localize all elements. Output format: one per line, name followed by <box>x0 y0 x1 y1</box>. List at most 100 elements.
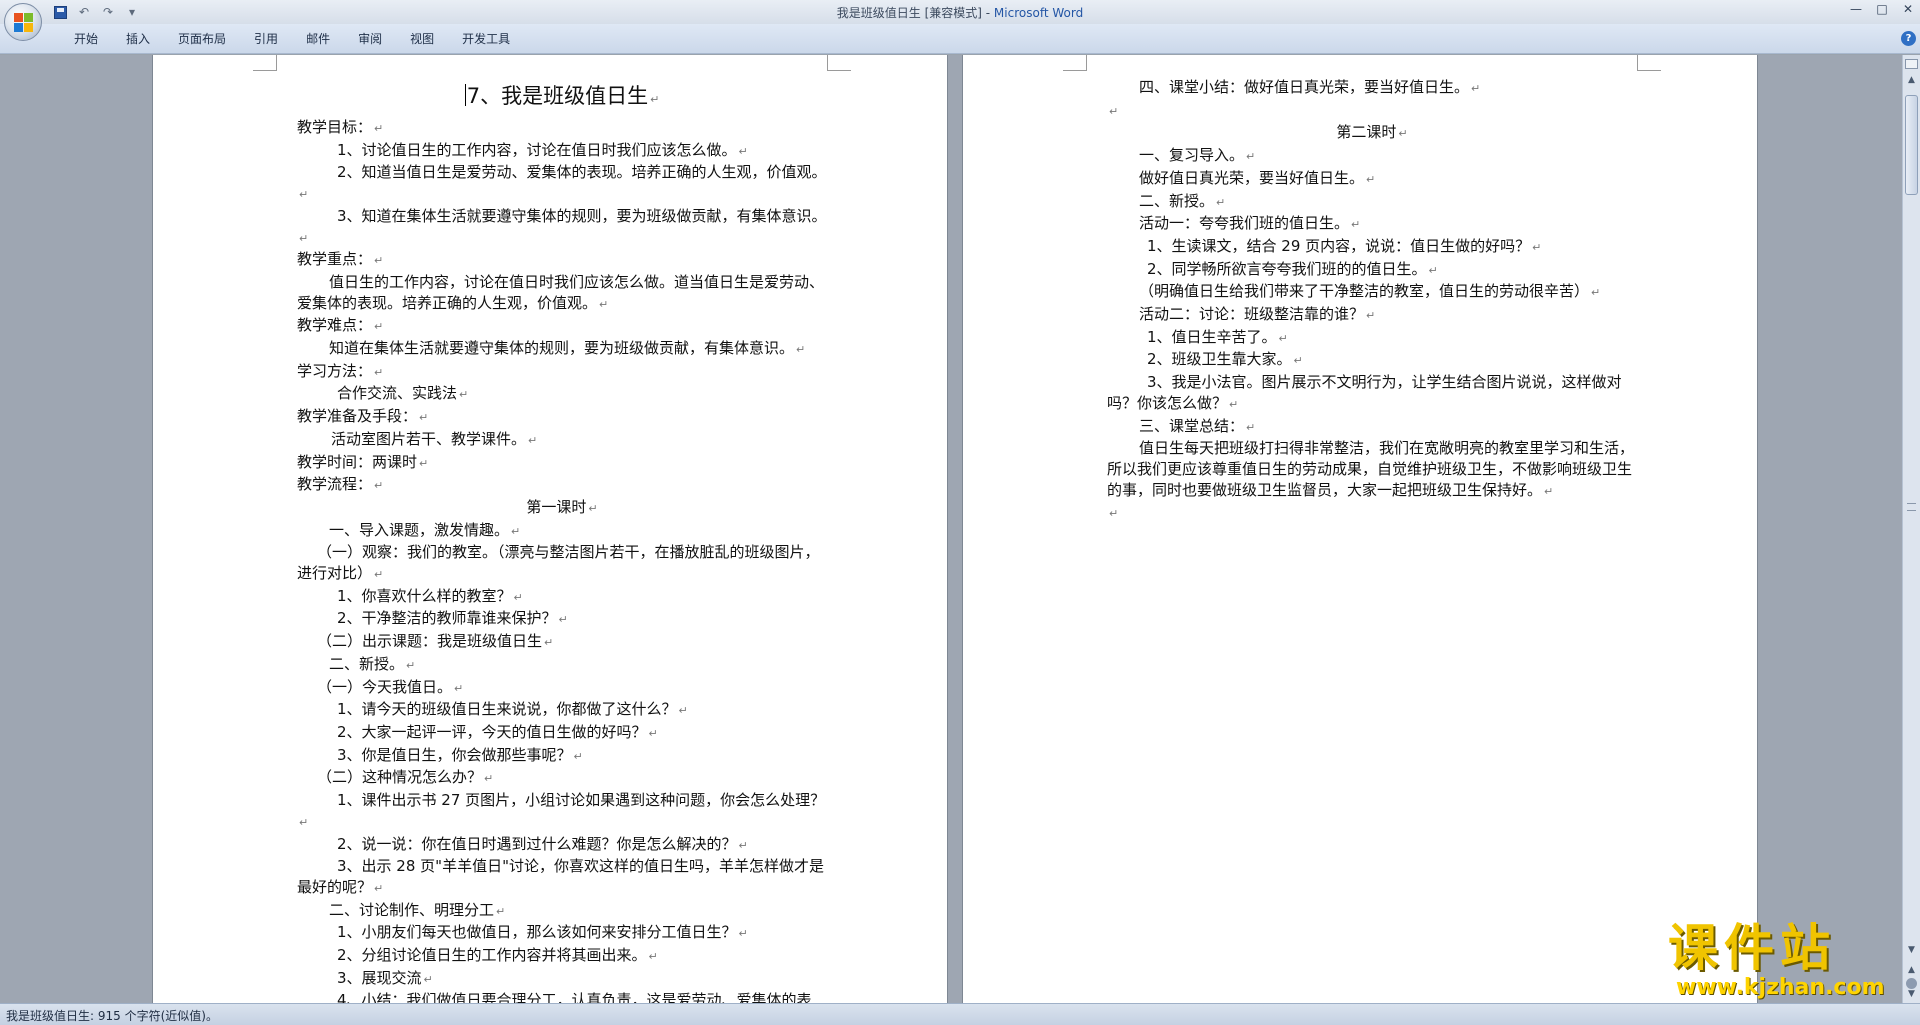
tab-mailings[interactable]: 邮件 <box>292 30 344 48</box>
watermark-title: 课件站 <box>1668 919 1836 977</box>
paragraph-text: 2、同学畅所欲言夸夸我们班的的值日生。 <box>1147 259 1427 278</box>
paragraph-mark: ↵ <box>599 297 609 311</box>
window-title: 我是班级值日生 [兼容模式] - Microsoft Word <box>0 4 1920 21</box>
paragraph-mark: ↵ <box>528 433 538 447</box>
paragraph-mark: ↵ <box>1293 354 1303 368</box>
page-2[interactable]: 四、课堂小结：做好值日真光荣，要当好值日生。 ↵ ↵ 第二课时 ↵ 一、复习导入。 ↵ 做好值… <box>962 55 1758 1003</box>
office-button[interactable] <box>4 3 42 41</box>
previous-page-icon[interactable]: ▲ <box>1905 965 1918 977</box>
paragraph-text: 活动一：夸夸我们班的值日生。 <box>1139 214 1350 233</box>
paragraph-mark: ↵ <box>513 590 523 604</box>
scroll-up-icon[interactable]: ▲ <box>1905 75 1918 89</box>
paragraph: 2、同学畅所欲言夸夸我们班的的值日生。 ↵ <box>1107 259 1637 282</box>
paragraph-mark: ↵ <box>544 636 554 650</box>
paragraph-text: 2、知道当值日生是爱劳动、爱集体的表现。培养正确的人生观，价值观。 <box>337 163 827 182</box>
scroll-grip <box>1907 503 1916 511</box>
paragraph: 1、小朋友们每天也做值日，那么该如何来安排分工值日生？ ↵ <box>297 922 827 945</box>
crop-mark <box>1637 55 1661 71</box>
paragraph: （二）出示课题：我是班级值日生 ↵ <box>297 631 827 654</box>
paragraph: 一、导入课题，激发情趣。 ↵ <box>297 520 827 543</box>
paragraph-mark: ↵ <box>588 501 598 515</box>
paragraph: 第二课时 ↵ <box>1107 122 1637 145</box>
window-controls: — □ ✕ <box>1848 2 1916 16</box>
paragraph-mark: ↵ <box>299 231 309 245</box>
page-2-text[interactable]: 四、课堂小结：做好值日真光荣，要当好值日生。 ↵ ↵ 第二课时 ↵ 一、复习导入。 ↵ 做好值… <box>1107 77 1637 525</box>
tab-insert[interactable]: 插入 <box>112 30 164 48</box>
paragraph-mark: ↵ <box>1246 420 1256 434</box>
paragraph: 教学时间：两课时 ↵ <box>297 452 827 475</box>
paragraph: 2、说一说：你在值日时遇到过什么难题？你是怎么解决的？ ↵ <box>297 834 827 857</box>
crop-mark <box>827 55 851 71</box>
paragraph-mark: ↵ <box>374 254 384 268</box>
paragraph-text: （二）这种情况怎么办？ <box>317 768 483 787</box>
paragraph-mark: ↵ <box>454 681 464 695</box>
paragraph: 学习方法： ↵ <box>297 361 827 384</box>
paragraph-mark: ↵ <box>423 972 433 986</box>
paragraph: （明确值日生给我们带来了干净整洁的教室，值日生的劳动很辛苦） ↵ <box>1107 281 1637 304</box>
paragraph: 教学流程： ↵ <box>297 474 827 497</box>
paragraph: 1、你喜欢什么样的教室？ ↵ <box>297 586 827 609</box>
paragraph: 3、出示 28 页"羊羊值日"讨论，你喜欢这样的值日生吗，羊羊怎样做才是最好的呢… <box>297 856 827 899</box>
tab-view[interactable]: 视图 <box>396 30 448 48</box>
paragraph-text: 1、讨论值日生的工作内容，讨论在值日时我们应该怎么做。 <box>337 140 737 159</box>
paragraph: 四、课堂小结：做好值日真光荣，要当好值日生。 ↵ <box>1107 77 1637 100</box>
paragraph: 1、课件出示书 27 页图片，小组讨论如果遇到这种问题，你会怎么处理？ ↵ <box>297 790 827 833</box>
paragraph-mark: ↵ <box>1246 150 1256 164</box>
help-icon[interactable]: ? <box>1901 31 1916 46</box>
paragraph: 3、我是小法官。图片展示不文明行为，让学生结合图片说说，这样做对吗？你该怎么做？… <box>1107 372 1637 415</box>
tab-review[interactable]: 审阅 <box>344 30 396 48</box>
paragraph-mark: ↵ <box>796 343 806 357</box>
paragraph: 活动二：讨论：班级整洁靠的谁？ ↵ <box>1107 304 1637 327</box>
tab-home[interactable]: 开始 <box>60 30 112 48</box>
tab-page-layout[interactable]: 页面布局 <box>164 30 240 48</box>
paragraph-text: 值日生每天把班级打扫得非常整洁，我们在宽敞明亮的教室里学习和生活，所以我们更应该… <box>1107 439 1635 499</box>
document-title: 我是班级值日生 [兼容模式] - <box>836 6 994 20</box>
paragraph-mark: ↵ <box>299 188 309 202</box>
paragraph-mark: ↵ <box>1366 309 1376 323</box>
paragraph-text: 教学时间：两课时 <box>297 452 418 471</box>
paragraph: 1、讨论值日生的工作内容，讨论在值日时我们应该怎么做。 ↵ <box>297 140 827 163</box>
tab-references[interactable]: 引用 <box>240 30 292 48</box>
word-count-status[interactable]: 我是班级值日生: 915 个字符(近似值)。 <box>6 1007 218 1024</box>
paragraph-mark: ↵ <box>1532 240 1542 254</box>
paragraph-text: 3、展现交流 <box>337 968 422 987</box>
paragraph-mark: ↵ <box>419 411 429 425</box>
tab-developer[interactable]: 开发工具 <box>448 30 524 48</box>
paragraph-text: （一）今天我值日。 <box>317 677 453 696</box>
paragraph: ↵ <box>1107 502 1637 525</box>
paragraph: ↵ <box>1107 100 1637 123</box>
paragraph-mark: ↵ <box>374 122 384 135</box>
minimize-button[interactable]: — <box>1848 2 1864 16</box>
title-bar: ↶ ↷ ▾ 我是班级值日生 [兼容模式] - Microsoft Word — … <box>0 0 1920 24</box>
scroll-down-icon[interactable]: ▼ <box>1905 945 1918 957</box>
paragraph: 第一课时 ↵ <box>297 497 827 520</box>
crop-mark <box>253 55 277 71</box>
paragraph: 3、你是值日生，你会做那些事呢？ ↵ <box>297 745 827 768</box>
paragraph: （一）观察：我们的教室。（漂亮与整洁图片若干，在播放脏乱的班级图片，进行对比） ↵ <box>297 542 827 585</box>
paragraph-mark: ↵ <box>648 950 658 964</box>
paragraph-mark: ↵ <box>374 479 384 493</box>
close-button[interactable]: ✕ <box>1900 2 1916 16</box>
paragraph-text: 1、生读课文，结合 29 页内容，说说：值日生做的好吗？ <box>1147 236 1531 255</box>
browse-object-icon[interactable] <box>1906 978 1917 989</box>
paragraph-text: 一、复习导入。 <box>1139 146 1245 165</box>
paragraph-mark: ↵ <box>573 749 583 763</box>
paragraph: 3、知道在集体生活就要遵守集体的规则，要为班级做贡献，有集体意识。 ↵ <box>297 206 827 249</box>
vertical-scrollbar[interactable]: ▲ ▼ ▲ ▼ <box>1902 55 1920 1003</box>
paragraph-text: 1、你喜欢什么样的教室？ <box>337 586 512 605</box>
page-1[interactable]: 7、我是班级值日生 ↵ 教学目标： ↵ 1、讨论值日生的工作内容，讨论在值日时我们应该… <box>152 55 948 1003</box>
paragraph-text: 第一课时 <box>526 497 587 516</box>
paragraph: 二、新授。 ↵ <box>297 654 827 677</box>
next-page-icon[interactable]: ▼ <box>1905 989 1918 1001</box>
maximize-button[interactable]: □ <box>1874 2 1890 16</box>
paragraph-text: 一、导入课题，激发情趣。 <box>329 520 510 539</box>
paragraph: 1、值日生辛苦了。 ↵ <box>1107 327 1637 350</box>
paragraph-mark: ↵ <box>484 772 494 786</box>
paragraph-text: 2、大家一起评一评，今天的值日生做的好吗？ <box>337 722 647 741</box>
paragraph-text: 4、小结：我们做值日要合理分工，认真负责，这是爱劳动、爱集体的表现。 <box>337 991 812 1003</box>
paragraph-mark: ↵ <box>1428 263 1438 277</box>
scroll-thumb[interactable] <box>1905 95 1918 195</box>
page-1-text[interactable]: 7、我是班级值日生 ↵ 教学目标： ↵ 1、讨论值日生的工作内容，讨论在值日时我们应该… <box>297 81 827 1003</box>
ribbon-tabs: 开始 插入 页面布局 引用 邮件 审阅 视图 开发工具 <box>60 30 524 48</box>
view-ruler-button[interactable] <box>1905 59 1918 69</box>
